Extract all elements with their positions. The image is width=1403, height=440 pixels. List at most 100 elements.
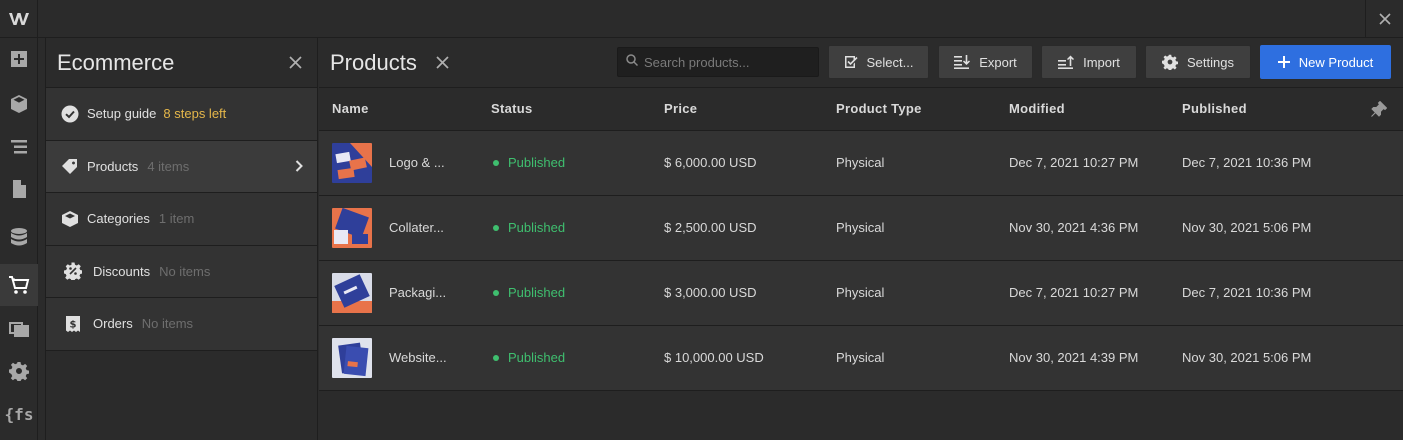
table-row[interactable]: Website... Published $ 10,000.00 USD Phy… xyxy=(319,325,1403,391)
search-box xyxy=(617,47,819,77)
cube-icon[interactable] xyxy=(0,83,38,125)
ecommerce-panel: Ecommerce Setup guide 8 steps left Produ… xyxy=(45,38,318,440)
navigator-icon[interactable] xyxy=(0,126,38,168)
product-price: $ 6,000.00 USD xyxy=(664,130,836,196)
nav-label: Discounts xyxy=(93,263,151,279)
nav-meta: No items xyxy=(159,263,211,279)
finsweet-icon[interactable]: {fs xyxy=(0,393,38,435)
nav-item-discounts[interactable]: Discounts No items xyxy=(46,245,317,298)
ecommerce-cart-icon[interactable] xyxy=(0,264,38,306)
column-header-product-type[interactable]: Product Type xyxy=(836,88,1009,131)
assets-icon[interactable] xyxy=(0,307,38,349)
product-thumbnail xyxy=(332,207,372,248)
top-bar xyxy=(0,0,1403,38)
svg-text:$: $ xyxy=(70,319,77,330)
status-badge: Published xyxy=(508,220,566,235)
plus-icon xyxy=(1277,56,1290,68)
discount-icon xyxy=(63,261,83,281)
export-icon xyxy=(954,55,971,69)
page-title: Products xyxy=(330,49,417,75)
nav-meta: No items xyxy=(141,316,194,332)
chevron-right-icon xyxy=(295,160,303,172)
nav-label: Setup guide xyxy=(87,106,157,122)
column-header-name[interactable]: Name xyxy=(319,88,491,131)
pin-icon[interactable] xyxy=(1354,100,1403,117)
table-header-row: Name Status Price Product Type Modified … xyxy=(319,88,1403,131)
category-icon xyxy=(60,209,80,229)
product-name: Logo & ... xyxy=(389,155,445,170)
pages-icon[interactable] xyxy=(0,168,38,210)
product-published: Nov 30, 2021 5:06 PM xyxy=(1182,325,1354,391)
nav-item-orders[interactable]: $ Orders No items xyxy=(46,298,317,351)
product-type: Physical xyxy=(836,325,1009,391)
select-check-icon xyxy=(844,56,858,68)
panel-header: Ecommerce xyxy=(46,38,317,88)
product-modified: Nov 30, 2021 4:39 PM xyxy=(1009,325,1182,391)
product-modified: Nov 30, 2021 4:36 PM xyxy=(1009,195,1182,261)
export-button-label: Export xyxy=(979,54,1017,70)
settings-icon[interactable] xyxy=(0,350,38,392)
product-thumbnail xyxy=(332,272,372,313)
product-price: $ 2,500.00 USD xyxy=(664,195,836,261)
settings-button[interactable]: Settings xyxy=(1145,45,1251,79)
import-icon xyxy=(1058,55,1075,69)
new-product-button-label: New Product xyxy=(1298,54,1374,70)
status-dot xyxy=(493,224,499,231)
close-designer-icon[interactable] xyxy=(1365,0,1403,38)
product-name: Packagi... xyxy=(389,285,447,300)
nav-item-setup-guide[interactable]: Setup guide 8 steps left xyxy=(46,88,317,141)
nav-label: Orders xyxy=(93,316,133,332)
table-row[interactable]: Logo & ... Published $ 6,000.00 USD Phys… xyxy=(319,130,1403,196)
search-input[interactable] xyxy=(644,54,814,70)
check-circle-icon xyxy=(60,104,80,124)
nav-meta: 4 items xyxy=(147,158,190,174)
nav-item-products[interactable]: Products 4 items xyxy=(46,140,317,193)
products-view: Products Select... Export Import Setting… xyxy=(319,38,1403,440)
left-toolbar: {fs xyxy=(0,38,38,440)
product-type: Physical xyxy=(836,195,1009,261)
column-header-price[interactable]: Price xyxy=(664,88,836,131)
column-header-status[interactable]: Status xyxy=(491,88,664,131)
product-thumbnail xyxy=(332,337,372,378)
import-button[interactable]: Import xyxy=(1041,45,1137,79)
product-price: $ 10,000.00 USD xyxy=(664,325,836,391)
export-button[interactable]: Export xyxy=(938,45,1033,79)
table-row[interactable]: Packagi... Published $ 3,000.00 USD Phys… xyxy=(319,260,1403,326)
close-panel-icon[interactable] xyxy=(285,53,305,73)
nav-item-categories[interactable]: Categories 1 item xyxy=(46,193,317,246)
nav-meta: 1 item xyxy=(158,211,195,227)
column-header-published[interactable]: Published xyxy=(1182,88,1354,131)
nav-label: Products xyxy=(87,158,139,174)
search-icon xyxy=(626,53,639,71)
status-dot xyxy=(493,159,499,166)
nav-meta: 8 steps left xyxy=(163,106,227,122)
import-button-label: Import xyxy=(1083,54,1120,70)
product-published: Nov 30, 2021 5:06 PM xyxy=(1182,195,1354,261)
webflow-logo-icon[interactable] xyxy=(0,0,38,38)
product-type: Physical xyxy=(836,130,1009,196)
select-button[interactable]: Select... xyxy=(828,45,929,79)
table-row[interactable]: Collater... Published $ 2,500.00 USD Phy… xyxy=(319,195,1403,261)
status-dot xyxy=(493,354,499,361)
cms-icon[interactable] xyxy=(0,216,38,258)
product-name: Website... xyxy=(389,350,447,365)
pin-column-header xyxy=(1354,88,1403,131)
status-badge: Published xyxy=(508,350,566,365)
status-badge: Published xyxy=(508,285,566,300)
product-published: Dec 7, 2021 10:36 PM xyxy=(1182,260,1354,326)
product-published: Dec 7, 2021 10:36 PM xyxy=(1182,130,1354,196)
add-icon[interactable] xyxy=(0,38,38,80)
tag-icon xyxy=(60,156,80,176)
panel-title: Ecommerce xyxy=(57,49,175,75)
select-button-label: Select... xyxy=(866,54,914,70)
new-product-button[interactable]: New Product xyxy=(1260,45,1391,79)
product-thumbnail xyxy=(332,142,372,183)
gear-icon xyxy=(1162,54,1178,70)
product-name: Collater... xyxy=(389,220,444,235)
product-price: $ 3,000.00 USD xyxy=(664,260,836,326)
status-dot xyxy=(493,289,499,296)
products-table: Name Status Price Product Type Modified … xyxy=(319,88,1403,391)
column-header-modified[interactable]: Modified xyxy=(1009,88,1182,131)
product-modified: Dec 7, 2021 10:27 PM xyxy=(1009,260,1182,326)
close-products-icon[interactable] xyxy=(433,53,453,73)
